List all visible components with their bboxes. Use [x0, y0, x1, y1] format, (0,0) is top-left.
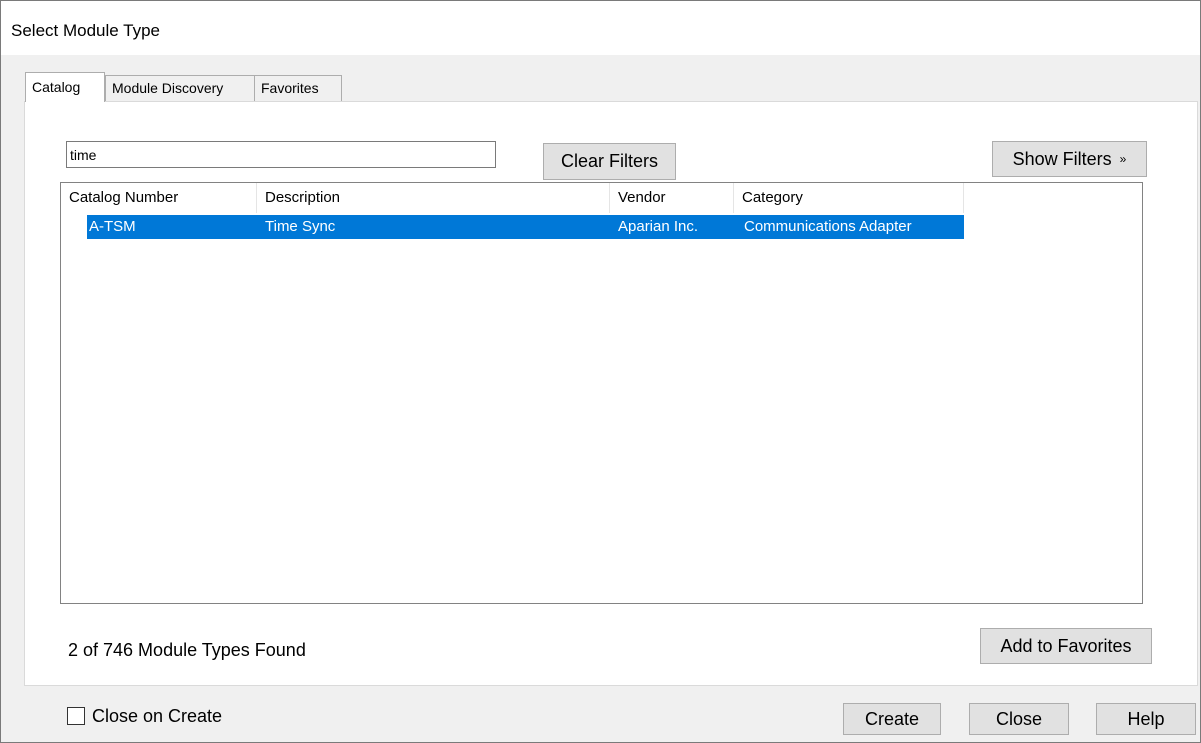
title-bar: Select Module Type	[1, 1, 1200, 55]
column-header-category[interactable]: Category	[734, 183, 964, 213]
cell-vendor: Aparian Inc.	[618, 218, 699, 235]
cell-category: Communications Adapter	[744, 218, 912, 235]
close-on-create-label: Close on Create	[92, 705, 223, 726]
table-row[interactable]: A-TSM Time Sync Aparian Inc. Communicati…	[87, 215, 964, 239]
create-button[interactable]: Create	[843, 703, 941, 735]
show-filters-label: Show Filters	[1012, 149, 1112, 169]
column-header-vendor[interactable]: Vendor	[610, 183, 734, 213]
column-header-description[interactable]: Description	[257, 183, 610, 213]
clear-filters-button[interactable]: Clear Filters	[543, 143, 676, 180]
help-button[interactable]: Help	[1096, 703, 1196, 735]
show-filters-button[interactable]: Show Filters »	[992, 141, 1147, 177]
search-input[interactable]	[66, 141, 496, 168]
add-to-favorites-button[interactable]: Add to Favorites	[980, 628, 1152, 664]
tab-module-discovery[interactable]: Module Discovery	[105, 75, 255, 101]
cell-description: Time Sync	[265, 218, 336, 235]
column-header-catalog-number[interactable]: Catalog Number	[61, 183, 257, 213]
results-count: 2 of 746 Module Types Found	[68, 640, 306, 660]
close-button[interactable]: Close	[969, 703, 1069, 735]
tab-favorites[interactable]: Favorites	[254, 75, 342, 101]
double-chevron-down-icon: »	[1119, 152, 1127, 166]
cell-catalog-number: A-TSM	[89, 218, 136, 235]
module-list[interactable]: Catalog Number Description Vendor Catego…	[60, 182, 1143, 604]
close-on-create-checkbox[interactable]	[67, 707, 85, 725]
window-title: Select Module Type	[11, 21, 160, 40]
close-on-create-option[interactable]: Close on Create	[67, 705, 222, 727]
tab-catalog[interactable]: Catalog	[25, 72, 105, 102]
